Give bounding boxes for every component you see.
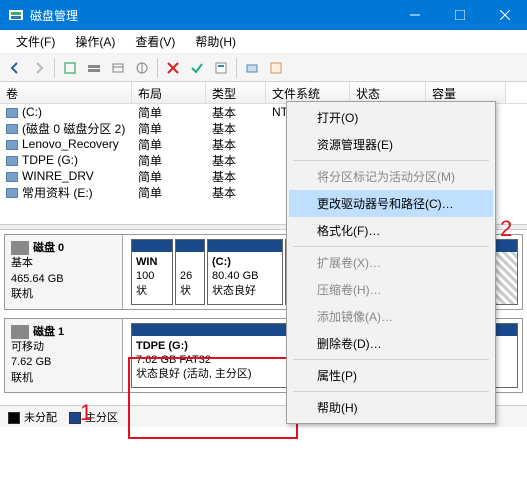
toolbar-btn-4[interactable] (131, 57, 153, 79)
check-icon[interactable] (186, 57, 208, 79)
volume-icon (6, 188, 18, 198)
menu-action[interactable]: 操作(A) (65, 30, 125, 53)
ctx-mirror: 添加镜像(A)… (289, 303, 493, 330)
nav-back-icon[interactable] (4, 57, 26, 79)
col-volume[interactable]: 卷 (0, 82, 132, 103)
delete-icon[interactable] (162, 57, 184, 79)
nav-forward-icon (28, 57, 50, 79)
ctx-open[interactable]: 打开(O) (289, 104, 493, 131)
col-fs[interactable]: 文件系统 (266, 82, 350, 103)
toolbar-btn-3[interactable] (107, 57, 129, 79)
disk-icon (11, 325, 29, 339)
app-icon (8, 7, 24, 23)
ctx-mark-active: 将分区标记为活动分区(M) (289, 163, 493, 190)
menu-file[interactable]: 文件(F) (6, 30, 65, 53)
ctx-change-drive-letter[interactable]: 更改驱动器号和路径(C)… (289, 190, 493, 217)
app-title: 磁盘管理 (30, 7, 392, 24)
context-menu: 打开(O) 资源管理器(E) 将分区标记为活动分区(M) 更改驱动器号和路径(C… (286, 101, 496, 424)
volume-icon (6, 156, 18, 166)
col-capacity[interactable]: 容量 (426, 82, 506, 103)
ctx-format[interactable]: 格式化(F)… (289, 217, 493, 244)
toolbar-btn-6[interactable] (265, 57, 287, 79)
volume-icon (6, 108, 18, 118)
legend-primary-swatch (69, 412, 81, 424)
legend-unallocated-swatch (8, 412, 20, 424)
col-layout[interactable]: 布局 (132, 82, 206, 103)
toolbar-btn-5[interactable] (241, 57, 263, 79)
close-button[interactable] (482, 0, 527, 30)
toolbar-btn-2[interactable] (83, 57, 105, 79)
ctx-explorer[interactable]: 资源管理器(E) (289, 131, 493, 158)
toolbar-btn-1[interactable] (59, 57, 81, 79)
disk-0-info[interactable]: 磁盘 0 基本 465.64 GB 联机 (5, 235, 123, 309)
toolbar (0, 54, 527, 82)
disk0-part-1[interactable]: 26状 (175, 239, 205, 305)
disk-1-info[interactable]: 磁盘 1 可移动 7.62 GB 联机 (5, 319, 123, 393)
col-type[interactable]: 类型 (206, 82, 266, 103)
menubar: 文件(F) 操作(A) 查看(V) 帮助(H) (0, 30, 527, 54)
maximize-button[interactable] (437, 0, 482, 30)
menu-view[interactable]: 查看(V) (125, 30, 185, 53)
disk0-part-2[interactable]: (C:)80.40 GB状态良好 (207, 239, 283, 305)
ctx-help[interactable]: 帮助(H) (289, 394, 493, 421)
ctx-extend: 扩展卷(X)… (289, 249, 493, 276)
volume-icon (6, 124, 18, 134)
disk-icon (11, 241, 29, 255)
disk0-part-0[interactable]: WIN100状 (131, 239, 173, 305)
col-status[interactable]: 状态 (350, 82, 426, 103)
properties-icon[interactable] (210, 57, 232, 79)
volume-icon (6, 172, 18, 182)
minimize-button[interactable] (392, 0, 437, 30)
titlebar: 磁盘管理 (0, 0, 527, 30)
ctx-properties[interactable]: 属性(P) (289, 362, 493, 389)
ctx-shrink: 压缩卷(H)… (289, 276, 493, 303)
menu-help[interactable]: 帮助(H) (185, 30, 246, 53)
volume-icon (6, 140, 18, 150)
ctx-delete[interactable]: 删除卷(D)… (289, 330, 493, 357)
